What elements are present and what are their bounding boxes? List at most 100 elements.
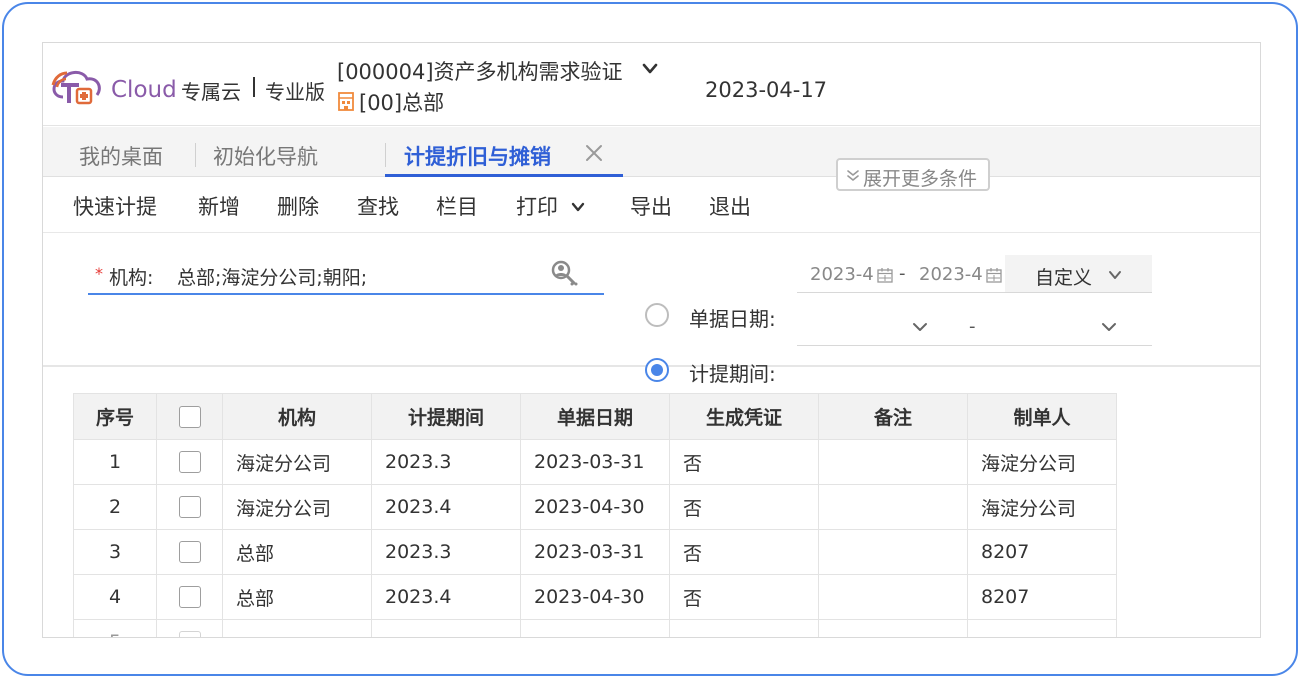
table-header-row: 序号 机构 计提期间 单据日期 生成凭证 备注 制单人 xyxy=(73,393,1117,440)
table-row[interactable]: 1 海淀分公司 2023.3 2023-03-31 否 海淀分公司 xyxy=(73,439,1117,485)
logo-text: Cloud xyxy=(111,77,177,103)
col-header-note[interactable]: 备注 xyxy=(818,393,968,440)
row-select-cell[interactable] xyxy=(156,484,223,530)
records-table: 序号 机构 计提期间 单据日期 生成凭证 备注 制单人 1 海淀分公司 2023… xyxy=(73,393,1117,637)
col-header-org[interactable]: 机构 xyxy=(222,393,372,440)
date-mode-select[interactable]: 自定义 xyxy=(1005,255,1152,292)
row-select-cell[interactable] xyxy=(156,529,223,575)
row-voucher: 否 xyxy=(669,439,819,485)
filter-panel: * 机构: 总部;海淀分公司;朝阳; 单据日期: 2023-4 - 2023-4… xyxy=(43,234,1260,386)
active-tab-indicator xyxy=(385,174,623,177)
doc-date-label: 单据日期: xyxy=(689,307,776,331)
row-doc-date: 2023-04-30 xyxy=(520,574,670,620)
row-maker: 8207 xyxy=(967,574,1117,620)
double-chevron-down-icon xyxy=(847,170,859,181)
exit-button[interactable]: 退出 xyxy=(709,191,751,221)
row-period: 2023.3 xyxy=(371,439,521,485)
print-button[interactable]: 打印 xyxy=(516,191,558,221)
col-header-maker[interactable]: 制单人 xyxy=(967,393,1117,440)
row-voucher: 否 xyxy=(669,484,819,530)
search-org-icon[interactable] xyxy=(549,259,579,287)
table-row[interactable]: 2 海淀分公司 2023.4 2023-04-30 否 海淀分公司 xyxy=(73,484,1117,530)
export-button[interactable]: 导出 xyxy=(630,191,672,221)
row-note xyxy=(818,619,968,637)
date-end-input[interactable]: 2023-4 xyxy=(919,264,983,285)
row-doc-date: 2023-04-30 xyxy=(520,484,670,530)
add-button[interactable]: 新增 xyxy=(198,191,240,221)
row-period xyxy=(371,619,521,637)
doc-date-radio[interactable] xyxy=(645,303,669,327)
calendar-icon[interactable] xyxy=(986,267,1002,283)
period-label: 计提期间: xyxy=(689,362,776,386)
col-header-period[interactable]: 计提期间 xyxy=(371,393,521,440)
org-input[interactable]: 总部;海淀分公司;朝阳; xyxy=(177,263,367,290)
row-checkbox[interactable] xyxy=(178,541,201,564)
row-period: 2023.3 xyxy=(371,529,521,575)
more-conditions-label: 展开更多条件 xyxy=(863,168,978,190)
tab-init-guide[interactable]: 初始化导航 xyxy=(213,141,318,171)
quick-accrue-button[interactable]: 快速计提 xyxy=(73,191,157,221)
toolbar: 快速计提 新增 删除 查找 栏目 打印 导出 退出 xyxy=(43,178,1260,233)
tab-separator xyxy=(195,143,196,167)
current-org[interactable]: [00]总部 xyxy=(359,87,444,117)
account-selector[interactable]: [000004]资产多机构需求验证 xyxy=(337,56,623,86)
col-header-select-all[interactable] xyxy=(156,393,223,440)
row-doc-date: 2023-03-31 xyxy=(520,529,670,575)
tab-separator xyxy=(385,143,386,167)
row-maker: 8207 xyxy=(967,529,1117,575)
app-header: Cloud 专属云 专业版 [000004]资产多机构需求验证 [00]总部 2… xyxy=(43,43,1260,126)
table-row[interactable]: 5 xyxy=(73,619,1117,637)
close-icon[interactable] xyxy=(584,143,604,163)
building-icon xyxy=(338,92,354,111)
row-index: 2 xyxy=(73,484,157,530)
col-header-doc-date[interactable]: 单据日期 xyxy=(520,393,670,440)
row-note xyxy=(818,484,968,530)
more-conditions-button[interactable]: 展开更多条件 xyxy=(836,158,990,191)
row-checkbox[interactable] xyxy=(178,451,201,474)
tab-my-desktop[interactable]: 我的桌面 xyxy=(79,141,163,171)
calendar-icon[interactable] xyxy=(877,267,893,283)
date-start-input[interactable]: 2023-4 xyxy=(810,264,874,285)
brand-separator xyxy=(253,77,255,97)
row-maker: 海淀分公司 xyxy=(967,484,1117,530)
chevron-down-icon[interactable] xyxy=(642,62,658,76)
col-header-voucher[interactable]: 生成凭证 xyxy=(669,393,819,440)
row-maker: 海淀分公司 xyxy=(967,439,1117,485)
row-checkbox[interactable] xyxy=(178,496,201,519)
period-end-chevron-down-icon[interactable] xyxy=(1101,322,1117,332)
find-button[interactable]: 查找 xyxy=(357,191,399,221)
row-note xyxy=(818,439,968,485)
row-org: 海淀分公司 xyxy=(222,484,372,530)
row-note xyxy=(818,529,968,575)
row-org: 总部 xyxy=(222,529,372,575)
col-header-index: 序号 xyxy=(73,393,157,440)
row-period: 2023.4 xyxy=(371,574,521,620)
tab-depreciation[interactable]: 计提折旧与摊销 xyxy=(404,141,551,171)
row-select-cell[interactable] xyxy=(156,439,223,485)
required-mark: * xyxy=(95,264,103,283)
row-voucher: 否 xyxy=(669,574,819,620)
row-select-cell[interactable] xyxy=(156,574,223,620)
row-checkbox[interactable] xyxy=(178,586,201,609)
tplus-cloud-logo-icon xyxy=(51,71,101,105)
period-range: - xyxy=(797,310,1152,346)
period-range-separator: - xyxy=(969,316,976,337)
period-start-chevron-down-icon[interactable] xyxy=(912,322,928,332)
tab-bar: 我的桌面 初始化导航 计提折旧与摊销 xyxy=(43,127,1260,177)
row-select-cell[interactable] xyxy=(156,619,223,637)
chevron-down-icon[interactable] xyxy=(571,201,585,213)
row-doc-date xyxy=(520,619,670,637)
table-row[interactable]: 3 总部 2023.3 2023-03-31 否 8207 xyxy=(73,529,1117,575)
row-period: 2023.4 xyxy=(371,484,521,530)
row-checkbox[interactable] xyxy=(178,631,201,637)
brand-name: 专属云 xyxy=(181,80,241,104)
select-all-checkbox[interactable] xyxy=(178,405,201,428)
columns-button[interactable]: 栏目 xyxy=(436,191,478,221)
row-index: 4 xyxy=(73,574,157,620)
row-voucher: 否 xyxy=(669,529,819,575)
date-range-separator: - xyxy=(899,263,906,284)
period-radio[interactable] xyxy=(645,358,669,382)
delete-button[interactable]: 删除 xyxy=(277,191,319,221)
row-org: 海淀分公司 xyxy=(222,439,372,485)
table-row[interactable]: 4 总部 2023.4 2023-04-30 否 8207 xyxy=(73,574,1117,620)
